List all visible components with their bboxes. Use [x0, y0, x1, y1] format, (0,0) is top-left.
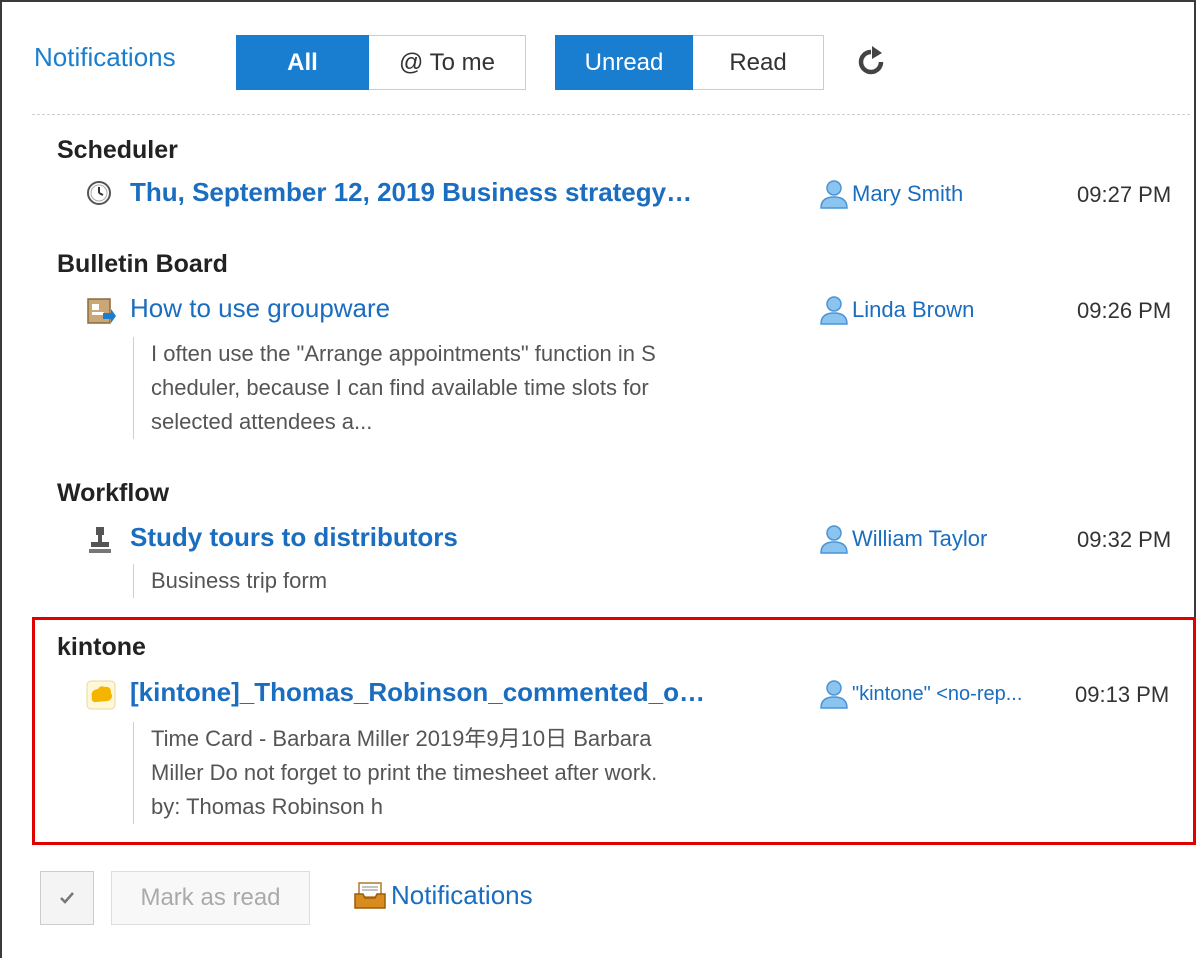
mark-as-read-button[interactable]: Mark as read [111, 871, 310, 925]
section-title-workflow: Workflow [57, 479, 170, 507]
section-title-scheduler: Scheduler [57, 136, 178, 164]
notification-time: 09:27 PM [1077, 182, 1172, 207]
recipient-filter: All @ To me [236, 35, 526, 90]
filter-read-button[interactable]: Read [693, 35, 824, 90]
notification-row-kintone[interactable]: [kintone]_Thomas_Robinson_commented_o… "… [0, 674, 1196, 714]
kintone-icon [86, 680, 116, 710]
sender-name: William Taylor [852, 526, 988, 551]
excerpt-line: Business trip form [151, 568, 328, 593]
filter-all-button[interactable]: All [236, 35, 369, 90]
sender-name: Mary Smith [852, 181, 964, 206]
excerpt-line: by: Thomas Robinson h [151, 794, 383, 819]
user-icon [820, 180, 848, 209]
section-title-kintone: kintone [57, 633, 146, 661]
checkmark-icon [60, 892, 74, 904]
notification-row-workflow[interactable]: Study tours to distributors William Tayl… [0, 519, 1196, 559]
notification-excerpt: Time Card - Barbara Miller 2019年9月10日 Ba… [133, 722, 657, 824]
notification-subject-link[interactable]: How to use groupware [130, 293, 780, 324]
notification-row-bulletin-board[interactable]: How to use groupware Linda Brown 09:26 P… [0, 290, 1196, 330]
header-divider [32, 114, 1190, 115]
notification-subject-link[interactable]: Study tours to distributors [130, 522, 780, 553]
notifications-header: Notifications All @ To me Unread Read [0, 0, 1196, 100]
excerpt-line: Miller Do not forget to print the timesh… [151, 760, 658, 785]
notification-subject-link[interactable]: [kintone]_Thomas_Robinson_commented_o… [130, 677, 798, 708]
filter-unread-button[interactable]: Unread [555, 35, 693, 90]
notification-subject-link[interactable]: Thu, September 12, 2019 Business strateg… [130, 177, 786, 208]
notifications-link-label: Notifications [391, 879, 533, 910]
notifications-footer-link[interactable]: Notifications [353, 875, 533, 915]
notification-time: 09:26 PM [1077, 298, 1172, 323]
clock-icon [86, 180, 116, 210]
section-title-bulletin-board: Bulletin Board [57, 250, 228, 278]
notification-excerpt: Business trip form [133, 564, 327, 598]
sender-link[interactable]: William Taylor [818, 523, 987, 555]
bulletin-board-icon [86, 296, 116, 326]
excerpt-line: cheduler, because I can find available t… [151, 375, 649, 400]
sender-link[interactable]: Linda Brown [818, 294, 974, 326]
sender-name: Linda Brown [852, 297, 975, 322]
user-icon [820, 680, 848, 709]
refresh-icon[interactable] [855, 46, 887, 78]
sender-name: "kintone" <no-rep... [852, 682, 1023, 705]
excerpt-line: selected attendees a... [151, 409, 373, 434]
select-all-checkbox[interactable] [40, 871, 94, 925]
notifications-title-link[interactable]: Notifications [34, 42, 176, 73]
workflow-stamp-icon [86, 525, 116, 555]
user-icon [820, 296, 848, 325]
excerpt-line: Time Card - Barbara Miller 2019年9月10日 Ba… [151, 726, 652, 751]
notification-row-scheduler[interactable]: Thu, September 12, 2019 Business strateg… [0, 174, 1196, 214]
excerpt-line: I often use the "Arrange appointments" f… [151, 341, 656, 366]
notification-time: 09:32 PM [1077, 527, 1172, 552]
sender-link[interactable]: "kintone" <no-rep... [818, 678, 1022, 710]
notification-excerpt: I often use the "Arrange appointments" f… [133, 337, 656, 439]
filter-to-me-button[interactable]: @ To me [369, 35, 526, 90]
notification-time: 09:13 PM [1075, 682, 1170, 707]
user-icon [820, 525, 848, 554]
notifications-tray-icon [354, 882, 386, 909]
sender-link[interactable]: Mary Smith [818, 178, 963, 210]
read-status-filter: Unread Read [555, 35, 824, 90]
